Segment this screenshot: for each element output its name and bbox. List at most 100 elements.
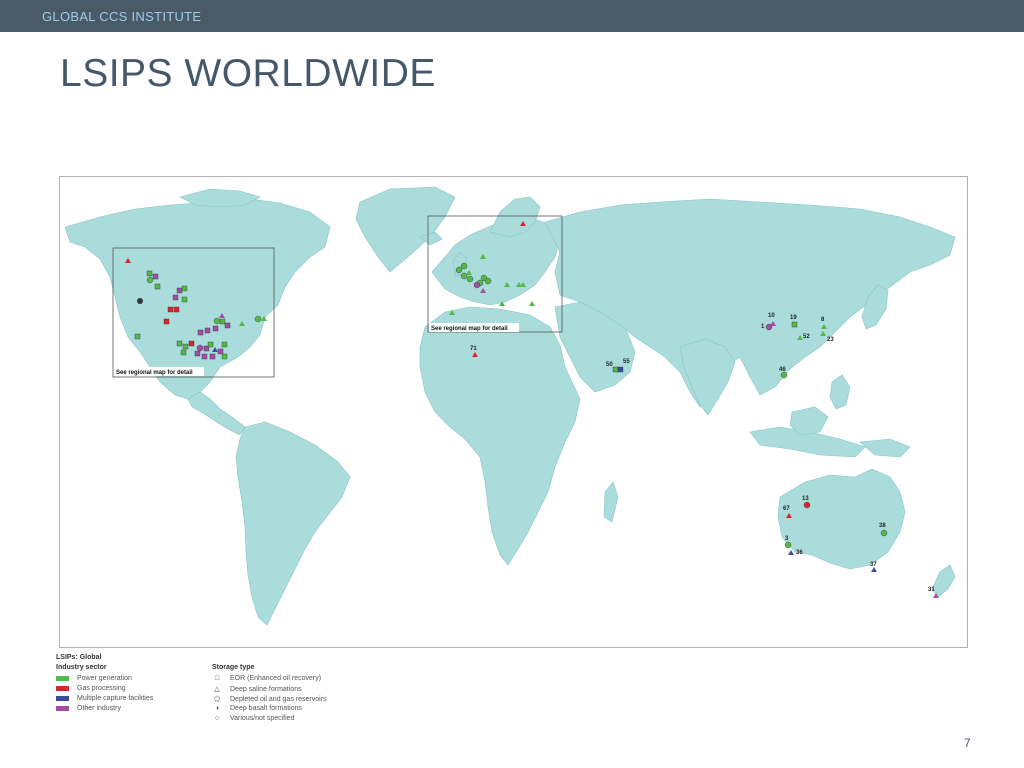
legend-title: LSIPs: Global [56, 654, 102, 661]
project-67-label: 67 [783, 506, 790, 512]
marker [207, 341, 214, 348]
project-36-marker [788, 550, 794, 555]
circle-icon: ○ [214, 715, 220, 722]
legend-storage-various: ○ Various/not specified [212, 715, 295, 722]
land-masses [64, 186, 956, 626]
marker [181, 296, 188, 303]
marker [460, 272, 468, 280]
project-23-label: 23 [827, 337, 834, 343]
swatch-multiple [56, 696, 69, 701]
marker [224, 322, 231, 329]
marker [154, 283, 161, 290]
legend-label: Power generation [77, 675, 132, 682]
project-3-marker [784, 541, 792, 549]
triangle-icon: △ [214, 686, 220, 693]
marker [180, 349, 187, 356]
legend-label: EOR (Enhanced oil recovery) [230, 675, 322, 682]
madagascar [603, 481, 619, 523]
marker [188, 340, 195, 347]
legend-sector-power: Power generation [56, 675, 132, 682]
marker [137, 298, 143, 304]
half-circle-icon: ◑ [214, 705, 220, 712]
new-guinea [859, 438, 911, 458]
project-52-label: 52 [803, 334, 810, 340]
marker [221, 341, 228, 348]
organization-name: GLOBAL CCS INSTITUTE [42, 9, 202, 24]
square-icon: □ [214, 675, 220, 682]
project-50-label: 50 [606, 362, 613, 368]
project-55-label: 55 [623, 359, 630, 365]
marker [134, 333, 141, 340]
south-america [235, 421, 351, 626]
legend-label: Various/not specified [230, 715, 295, 722]
legend-label: Multiple capture facilities [77, 695, 154, 702]
inset-label-europe: See regional map for detail [431, 326, 508, 332]
marker [181, 285, 188, 292]
legend-sector-other: Other industry [56, 705, 121, 712]
marker [209, 353, 216, 360]
legend-label: Depleted oil and gas reservoirs [230, 695, 327, 703]
marker [254, 315, 262, 323]
project-10-label: 10 [768, 313, 775, 319]
marker [460, 262, 468, 270]
marker [529, 301, 535, 306]
marker [201, 353, 208, 360]
legend-sector-gas: Gas processing [56, 685, 126, 692]
marker [176, 340, 183, 347]
world-map: See regional map for detail See regional… [59, 176, 968, 648]
marker [146, 276, 154, 284]
marker [167, 306, 174, 313]
page-title: LSIPS WORLDWIDE [60, 52, 436, 95]
legend-label: Deep saline formations [230, 685, 302, 693]
marker [473, 281, 481, 289]
india [679, 338, 736, 416]
legend-label: Deep basalt formations [230, 705, 302, 712]
project-36-label: 36 [796, 550, 803, 556]
project-46-label: 46 [779, 367, 786, 373]
marker [484, 277, 492, 285]
world-map-svg: See regional map for detail See regional… [64, 186, 956, 626]
marker [163, 318, 170, 325]
project-13-marker [803, 501, 811, 509]
new-zealand [931, 564, 956, 598]
marker [152, 273, 159, 280]
project-38-marker [880, 529, 888, 537]
map-legend: LSIPs: Global Industry sector Storage ty… [56, 654, 356, 734]
legend-label: Other industry [77, 705, 121, 712]
marker [194, 350, 201, 357]
marker [173, 306, 180, 313]
legend-storage-eor: □ EOR (Enhanced oil recovery) [212, 675, 321, 682]
project-55-marker [617, 366, 624, 373]
marker [196, 344, 204, 352]
marker [217, 348, 224, 355]
marker [213, 317, 221, 325]
project-1-marker [765, 323, 773, 331]
legend-storage-heading: Storage type [212, 664, 255, 671]
greenland [355, 186, 456, 273]
inset-label-north-america: See regional map for detail [116, 370, 193, 376]
marker [221, 353, 228, 360]
legend-storage-saline: △ Deep saline formations [212, 685, 302, 694]
project-50-marker [612, 366, 619, 373]
legend-sector-multiple: Multiple capture facilities [56, 695, 153, 702]
philippines [829, 374, 851, 410]
project-38-label: 38 [879, 523, 886, 529]
legend-label: Gas processing [77, 685, 126, 692]
marker [219, 318, 226, 325]
marker [176, 287, 183, 294]
project-13-label: 13 [802, 496, 809, 502]
marker [204, 327, 211, 334]
marker [197, 329, 204, 336]
top-banner: GLOBAL CCS INSTITUTE [0, 0, 1024, 32]
project-31-label: 31 [928, 587, 935, 593]
swatch-other [56, 706, 69, 711]
pentagon-icon: ⬠ [213, 696, 221, 703]
project-19-label: 19 [790, 315, 797, 321]
project-19-marker [791, 321, 798, 328]
swatch-power [56, 676, 69, 681]
page-number: 7 [964, 736, 971, 750]
legend-storage-depleted: ⬠ Depleted oil and gas reservoirs [212, 695, 327, 704]
africa [419, 306, 581, 566]
marker [172, 294, 179, 301]
project-71-label: 71 [470, 346, 477, 352]
